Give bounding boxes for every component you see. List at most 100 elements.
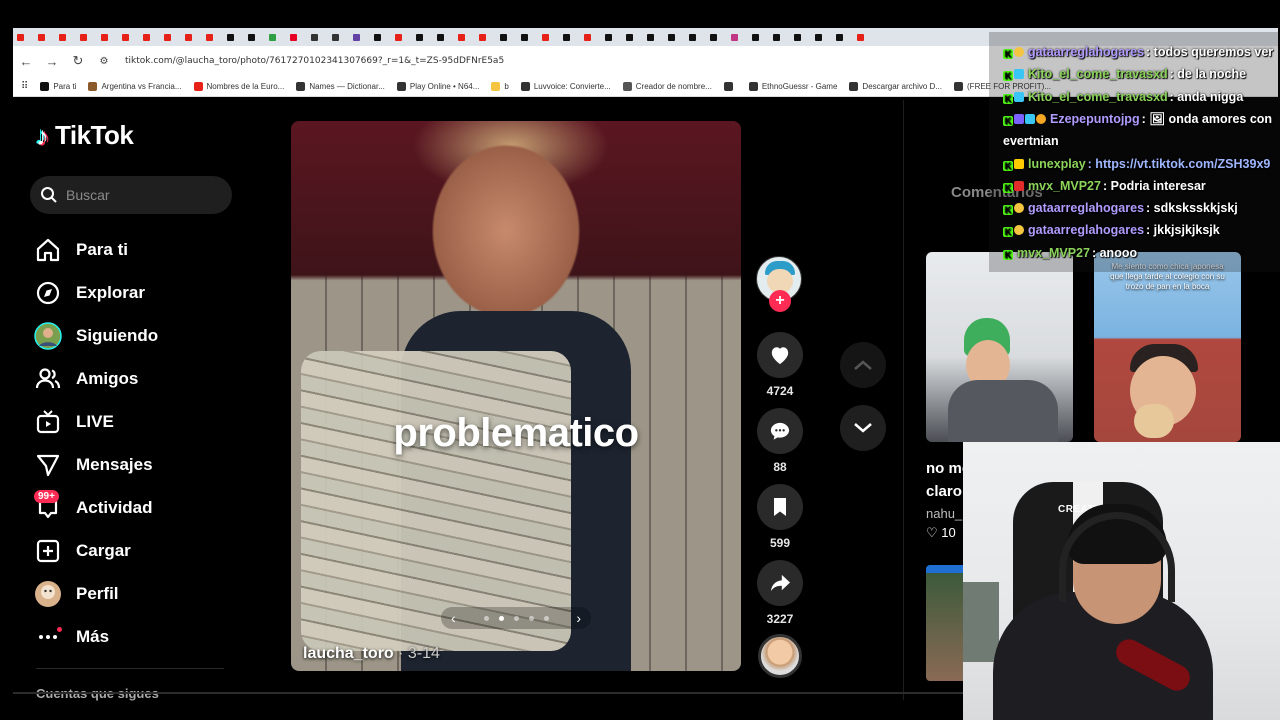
recommended-video-thumb[interactable]: Me siento como chica japonesa que llega … <box>1094 252 1241 442</box>
browser-tab[interactable] <box>160 30 181 44</box>
browser-tab[interactable] <box>517 30 538 44</box>
browser-tab[interactable] <box>391 30 412 44</box>
bookmark-item[interactable]: b <box>491 81 509 91</box>
carousel-next-icon[interactable]: › <box>576 610 581 626</box>
sidebar-item-cargar[interactable]: Cargar <box>34 529 158 572</box>
search-input[interactable] <box>66 187 216 203</box>
comment-button[interactable] <box>757 408 803 454</box>
browser-tab[interactable] <box>55 30 76 44</box>
post-caption-overlay: problematico <box>393 411 639 455</box>
browser-tab[interactable] <box>349 30 370 44</box>
browser-tab[interactable] <box>580 30 601 44</box>
browser-tab[interactable] <box>97 30 118 44</box>
bookmark-item[interactable]: Argentina vs Francia... <box>88 81 182 91</box>
browser-tab[interactable] <box>769 30 790 44</box>
browser-tab[interactable] <box>748 30 769 44</box>
post-image[interactable]: problematico ‹ › laucha_toro · 3-14 <box>291 121 741 671</box>
sidebar-item-siguiendo[interactable]: Siguiendo <box>34 314 158 357</box>
browser-tab[interactable] <box>475 30 496 44</box>
recommended-video-thumb[interactable] <box>926 252 1073 442</box>
browser-tab[interactable] <box>328 30 349 44</box>
post-author[interactable]: laucha_toro <box>303 645 394 662</box>
url-field[interactable]: tiktok.com/@laucha_toro/photo/7617270102… <box>125 56 504 66</box>
browser-tab[interactable] <box>13 30 34 44</box>
browser-tab[interactable] <box>832 30 853 44</box>
carousel-dot[interactable] <box>498 615 504 621</box>
sidebar-item-más[interactable]: Más <box>34 615 158 658</box>
rec-author[interactable]: nahu_ <box>926 506 962 521</box>
browser-tab[interactable] <box>727 30 748 44</box>
music-disc-avatar[interactable] <box>758 634 802 678</box>
follow-plus-icon[interactable]: + <box>769 290 791 312</box>
browser-tab[interactable] <box>34 30 55 44</box>
tiktok-logo[interactable]: ♪ TikTok <box>36 120 240 151</box>
rec-title[interactable]: claro <box>926 483 962 500</box>
site-settings-icon[interactable]: ⚙ <box>91 56 117 67</box>
sidebar-item-amigos[interactable]: Amigos <box>34 357 158 400</box>
bookmark-item[interactable]: Creador de nombre... <box>622 81 712 91</box>
browser-tab[interactable] <box>811 30 832 44</box>
bookmark-item[interactable] <box>723 81 737 91</box>
browser-tab[interactable] <box>412 30 433 44</box>
bookmark-item[interactable]: Names — Dictionar... <box>296 81 385 91</box>
browser-tab[interactable] <box>181 30 202 44</box>
browser-tab[interactable] <box>853 30 874 44</box>
carousel-dot[interactable] <box>483 615 489 621</box>
browser-tab[interactable] <box>664 30 685 44</box>
previous-post-button[interactable] <box>840 342 886 388</box>
browser-tab[interactable] <box>244 30 265 44</box>
reload-icon[interactable]: ↻ <box>65 53 91 69</box>
chat-link[interactable]: : https://vt.tiktok.com/ZSH39x9 <box>1088 157 1271 171</box>
next-post-button[interactable] <box>840 405 886 451</box>
sidebar-item-actividad[interactable]: 99+ Actividad <box>34 486 158 529</box>
tab-favicon-icon <box>227 33 234 41</box>
browser-tab[interactable] <box>433 30 454 44</box>
bookmark-item[interactable]: Play Online • N64... <box>396 81 479 91</box>
carousel-dot[interactable] <box>513 615 519 621</box>
bookmark-item[interactable]: Nombres de la Euro... <box>193 81 284 91</box>
emoji-badge-icon <box>1014 225 1024 236</box>
browser-tab[interactable] <box>454 30 475 44</box>
apps-icon[interactable]: ⠿ <box>21 81 28 92</box>
browser-tab[interactable] <box>643 30 664 44</box>
bookmark-item[interactable]: Descargar archivo D... <box>849 81 942 91</box>
browser-tab[interactable] <box>622 30 643 44</box>
forward-icon[interactable]: → <box>39 54 65 69</box>
sidebar-item-live[interactable]: LIVE <box>34 400 158 443</box>
browser-tab[interactable] <box>706 30 727 44</box>
recommended-video-thumb[interactable] <box>926 565 966 681</box>
share-button[interactable] <box>757 560 803 606</box>
like-button[interactable] <box>757 332 803 378</box>
browser-tab[interactable] <box>118 30 139 44</box>
browser-tab[interactable] <box>307 30 328 44</box>
sidebar-item-mensajes[interactable]: Mensajes <box>34 443 158 486</box>
back-icon[interactable]: ← <box>13 54 39 69</box>
save-button[interactable] <box>757 484 803 530</box>
logo-text: TikTok <box>55 120 134 150</box>
browser-tab[interactable] <box>76 30 97 44</box>
browser-tab[interactable] <box>139 30 160 44</box>
bookmark-item[interactable]: Para ti <box>40 81 76 91</box>
browser-tab[interactable] <box>286 30 307 44</box>
browser-tab[interactable] <box>202 30 223 44</box>
browser-tab[interactable] <box>265 30 286 44</box>
browser-tab[interactable] <box>790 30 811 44</box>
carousel-dot[interactable] <box>528 615 534 621</box>
browser-tab[interactable] <box>559 30 580 44</box>
browser-tab[interactable] <box>601 30 622 44</box>
browser-tab[interactable] <box>370 30 391 44</box>
sidebar-item-perfil[interactable]: Perfil <box>34 572 158 615</box>
browser-tab[interactable] <box>223 30 244 44</box>
chat-message: K Kito_el_come_travasxd: anda nigga <box>1003 90 1243 104</box>
browser-tab[interactable] <box>685 30 706 44</box>
bookmark-item[interactable]: Luvvoice: Convierte... <box>520 81 611 91</box>
carousel-prev-icon[interactable]: ‹ <box>451 610 456 626</box>
bookmark-item[interactable]: EthnoGuessr - Game <box>748 81 837 91</box>
search-box[interactable] <box>30 176 232 214</box>
sidebar-item-para-ti[interactable]: Para ti <box>34 228 158 271</box>
chat-username: Kito_el_come_travasxd <box>1028 67 1168 82</box>
sidebar-item-explorar[interactable]: Explorar <box>34 271 158 314</box>
carousel-dot[interactable] <box>543 615 549 621</box>
browser-tab[interactable] <box>538 30 559 44</box>
browser-tab[interactable] <box>496 30 517 44</box>
